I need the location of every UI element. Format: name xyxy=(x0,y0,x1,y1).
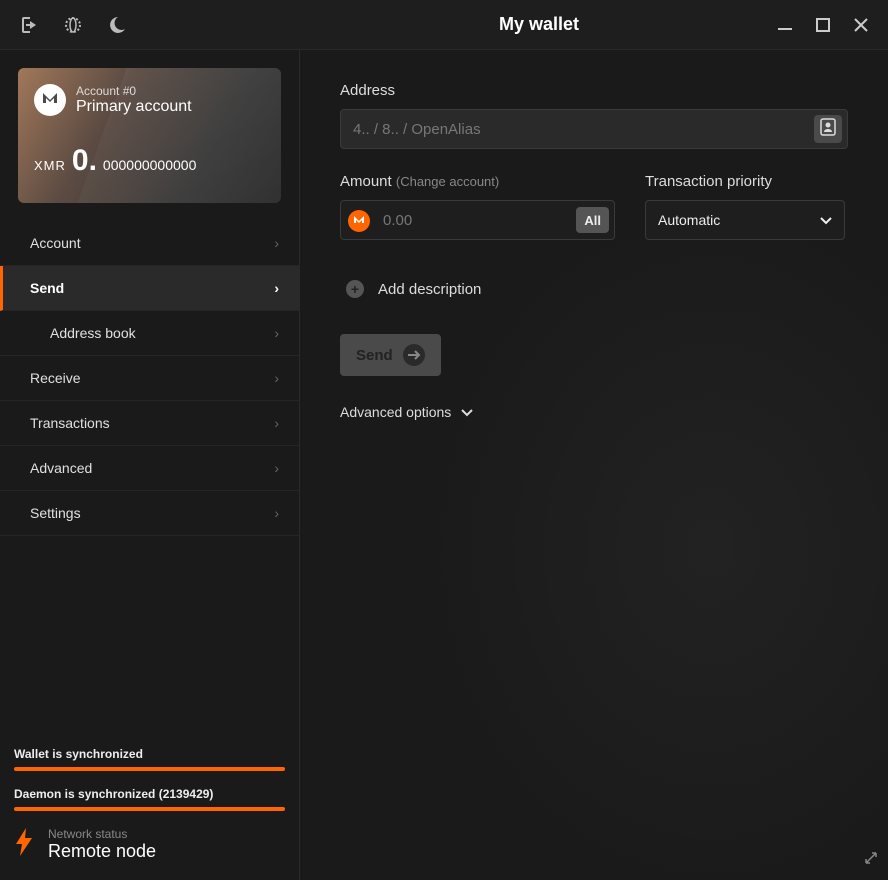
send-button[interactable]: Send xyxy=(340,334,441,376)
address-book-button[interactable] xyxy=(814,115,842,143)
nav-item-address-book[interactable]: Address book › xyxy=(0,311,299,356)
priority-select[interactable]: Automatic xyxy=(645,200,845,240)
minimize-button[interactable] xyxy=(778,18,792,32)
network-status-value: Remote node xyxy=(48,841,156,862)
wallet-sync-label: Wallet is synchronized xyxy=(14,747,285,761)
address-input[interactable] xyxy=(340,109,848,149)
balance-integer: 0. xyxy=(72,144,97,178)
advanced-options-label: Advanced options xyxy=(340,404,451,420)
add-description-label: Add description xyxy=(378,281,481,298)
chevron-right-icon: › xyxy=(274,280,279,296)
chevron-down-icon xyxy=(820,212,832,228)
nav-item-settings[interactable]: Settings › xyxy=(0,491,299,536)
nav: Account › Send › Address book › Receive … xyxy=(0,221,299,536)
account-name: Primary account xyxy=(76,98,192,116)
nav-item-transactions[interactable]: Transactions › xyxy=(0,401,299,446)
chevron-right-icon: › xyxy=(274,415,279,431)
nav-item-send[interactable]: Send › xyxy=(0,266,299,311)
chevron-right-icon: › xyxy=(274,325,279,341)
send-panel: Address Amount (Change account) xyxy=(300,50,888,880)
add-description-button[interactable]: + Add description xyxy=(340,280,848,298)
nav-label: Address book xyxy=(50,325,136,341)
advanced-options-toggle[interactable]: Advanced options xyxy=(340,404,848,420)
nav-label: Receive xyxy=(30,370,81,386)
account-balance: XMR 0. 000000000000 xyxy=(34,144,265,178)
window-title: My wallet xyxy=(300,14,778,35)
send-button-label: Send xyxy=(356,347,393,364)
nav-label: Account xyxy=(30,235,81,251)
monero-logo-icon xyxy=(34,84,66,116)
priority-value: Automatic xyxy=(658,212,720,228)
contact-icon xyxy=(820,118,836,141)
balance-decimal: 000000000000 xyxy=(103,157,196,173)
wallet-sync-bar xyxy=(14,767,285,771)
account-number: Account #0 xyxy=(76,84,192,98)
monero-icon xyxy=(348,210,370,232)
network-status[interactable]: Network status Remote node xyxy=(14,827,285,862)
nav-item-receive[interactable]: Receive › xyxy=(0,356,299,401)
sidebar: Account #0 Primary account XMR 0. 000000… xyxy=(0,50,300,880)
daemon-sync-bar xyxy=(14,807,285,811)
globe-icon[interactable] xyxy=(64,16,82,34)
logout-icon[interactable] xyxy=(18,17,36,33)
account-card[interactable]: Account #0 Primary account XMR 0. 000000… xyxy=(18,68,281,203)
titlebar: My wallet xyxy=(0,0,888,50)
network-status-label: Network status xyxy=(48,827,156,841)
chevron-right-icon: › xyxy=(274,460,279,476)
resize-handle-icon[interactable] xyxy=(864,851,878,870)
chevron-right-icon: › xyxy=(274,505,279,521)
priority-label: Transaction priority xyxy=(645,173,845,190)
nav-label: Send xyxy=(30,280,64,296)
nav-label: Advanced xyxy=(30,460,92,476)
chevron-right-icon: › xyxy=(274,370,279,386)
arrow-right-icon xyxy=(403,344,425,366)
amount-label: Amount (Change account) xyxy=(340,173,615,190)
close-button[interactable] xyxy=(854,18,868,32)
balance-currency: XMR xyxy=(34,158,66,173)
daemon-sync-label: Daemon is synchronized (2139429) xyxy=(14,787,285,801)
nav-item-account[interactable]: Account › xyxy=(0,221,299,266)
nav-item-advanced[interactable]: Advanced › xyxy=(0,446,299,491)
chevron-down-icon xyxy=(461,404,473,420)
nav-label: Settings xyxy=(30,505,81,521)
plus-icon: + xyxy=(346,280,364,298)
nav-label: Transactions xyxy=(30,415,110,431)
bolt-icon xyxy=(14,828,34,861)
address-label: Address xyxy=(340,82,848,99)
amount-input[interactable] xyxy=(340,200,615,240)
chevron-right-icon: › xyxy=(274,235,279,251)
maximize-button[interactable] xyxy=(816,18,830,32)
amount-all-button[interactable]: All xyxy=(576,207,609,233)
moon-icon[interactable] xyxy=(110,17,126,33)
change-account-link[interactable]: (Change account) xyxy=(396,174,499,189)
